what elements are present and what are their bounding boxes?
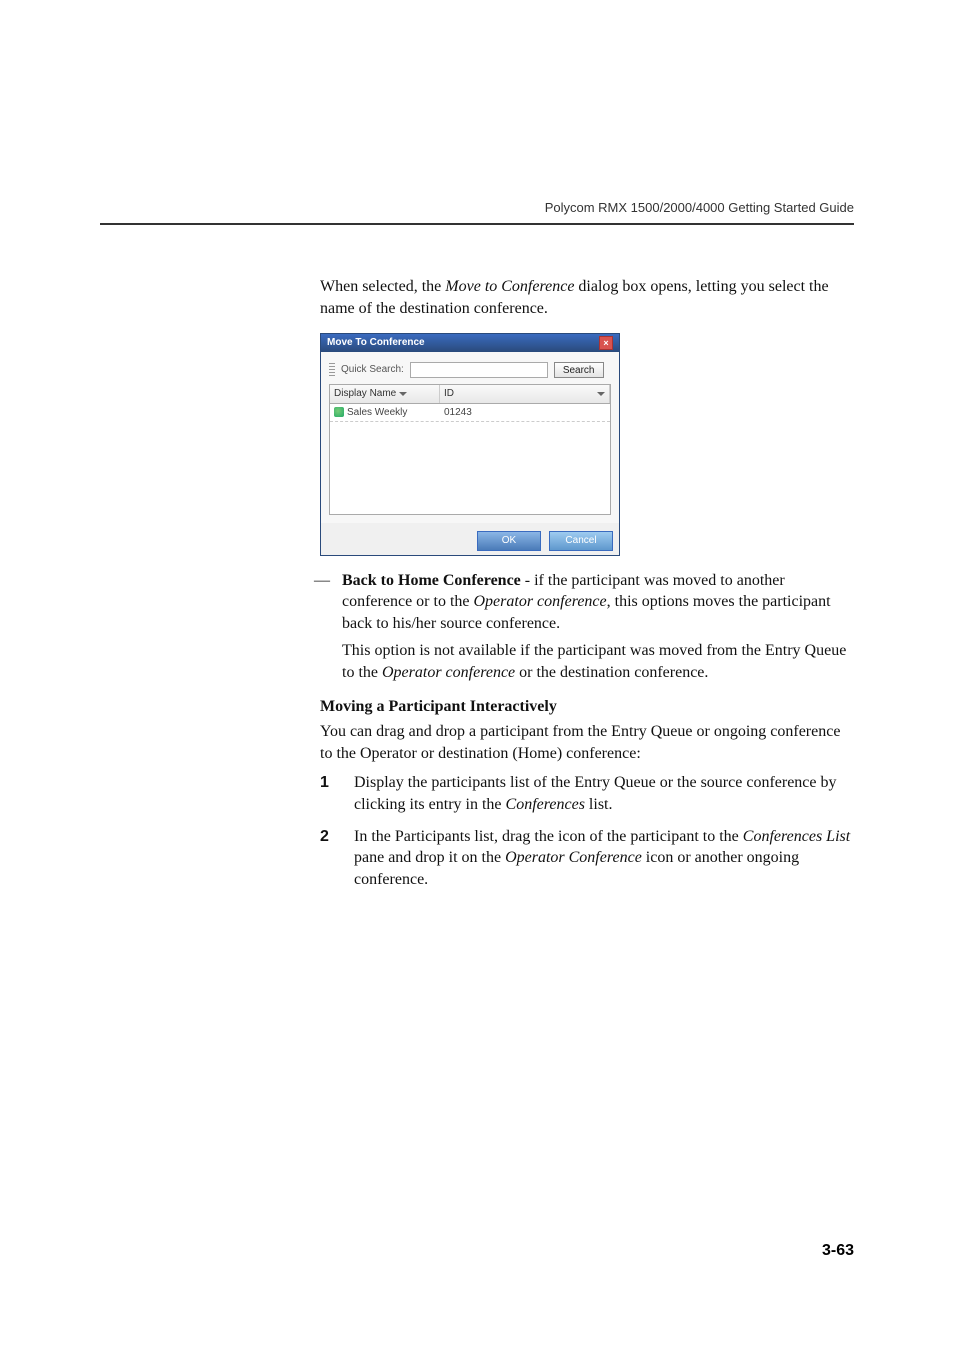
quick-search-label: Quick Search: [341,363,404,377]
col-id[interactable]: ID [440,385,610,403]
close-icon[interactable]: × [599,336,613,350]
subheading: Moving a Participant Interactively [320,696,854,718]
table-row[interactable]: Sales Weekly 01243 [330,404,610,423]
step2-emph-2: Operator Conference [505,849,642,866]
quick-search-input[interactable] [410,362,548,378]
row-name-text: Sales Weekly [347,406,407,420]
numbered-steps: Display the participants list of the Ent… [320,772,854,890]
table-body: Sales Weekly 01243 [330,404,610,514]
intro-text-1: When selected, the [320,278,445,295]
sort-desc-icon [597,392,605,396]
dialog-title: Move To Conference [327,336,425,350]
step2-emph-1: Conferences List [743,828,850,845]
step2-text-1: In the Participants list, drag the icon … [354,828,743,845]
dialog-titlebar: Move To Conference × [321,334,619,352]
bullet-para-2: This option is not available if the part… [342,640,854,683]
move-to-conference-dialog: Move To Conference × Quick Search: Searc… [320,333,620,556]
bullet-emph-1: Operator conference [473,593,606,610]
cell-display-name: Sales Weekly [330,404,440,422]
search-button[interactable]: Search [554,362,604,378]
sub-intro: You can drag and drop a participant from… [320,721,854,764]
sort-desc-icon [399,392,407,396]
drag-handle-icon [329,363,335,377]
table-header: Display Name ID [330,385,610,404]
quick-search-row: Quick Search: Search [329,362,611,378]
step2-text-2: pane and drop it on the [354,849,505,866]
page-number: 3-63 [822,1242,854,1260]
conference-table: Display Name ID Sales Weekly 0124 [329,384,611,515]
col-display-name[interactable]: Display Name [330,385,440,403]
ok-button[interactable]: OK [477,531,541,551]
dialog-button-row: OK Cancel [321,523,619,555]
col-id-label: ID [444,387,454,401]
step-2: In the Participants list, drag the icon … [320,826,854,891]
step1-text-2: list. [585,796,613,813]
col-display-name-label: Display Name [334,387,396,401]
cancel-button[interactable]: Cancel [549,531,613,551]
dialog-body: Quick Search: Search Display Name ID [321,352,619,523]
header-rule [100,223,854,225]
list-item-back-to-home: Back to Home Conference - if the partici… [342,570,854,684]
step1-emph: Conferences [506,796,585,813]
dash-list: Back to Home Conference - if the partici… [320,570,854,684]
cell-id: 01243 [440,404,610,422]
conference-icon [334,407,344,417]
bullet2-emph: Operator conference [382,664,515,681]
bullet2-text-2: or the destination conference. [515,664,708,681]
intro-emph: Move to Conference [445,278,574,295]
step-1: Display the participants list of the Ent… [320,772,854,815]
page-content: When selected, the Move to Conference di… [320,276,854,900]
page-header-title: Polycom RMX 1500/2000/4000 Getting Start… [100,200,854,215]
back-to-home-strong: Back to Home Conference [342,572,521,589]
intro-paragraph: When selected, the Move to Conference di… [320,276,854,319]
